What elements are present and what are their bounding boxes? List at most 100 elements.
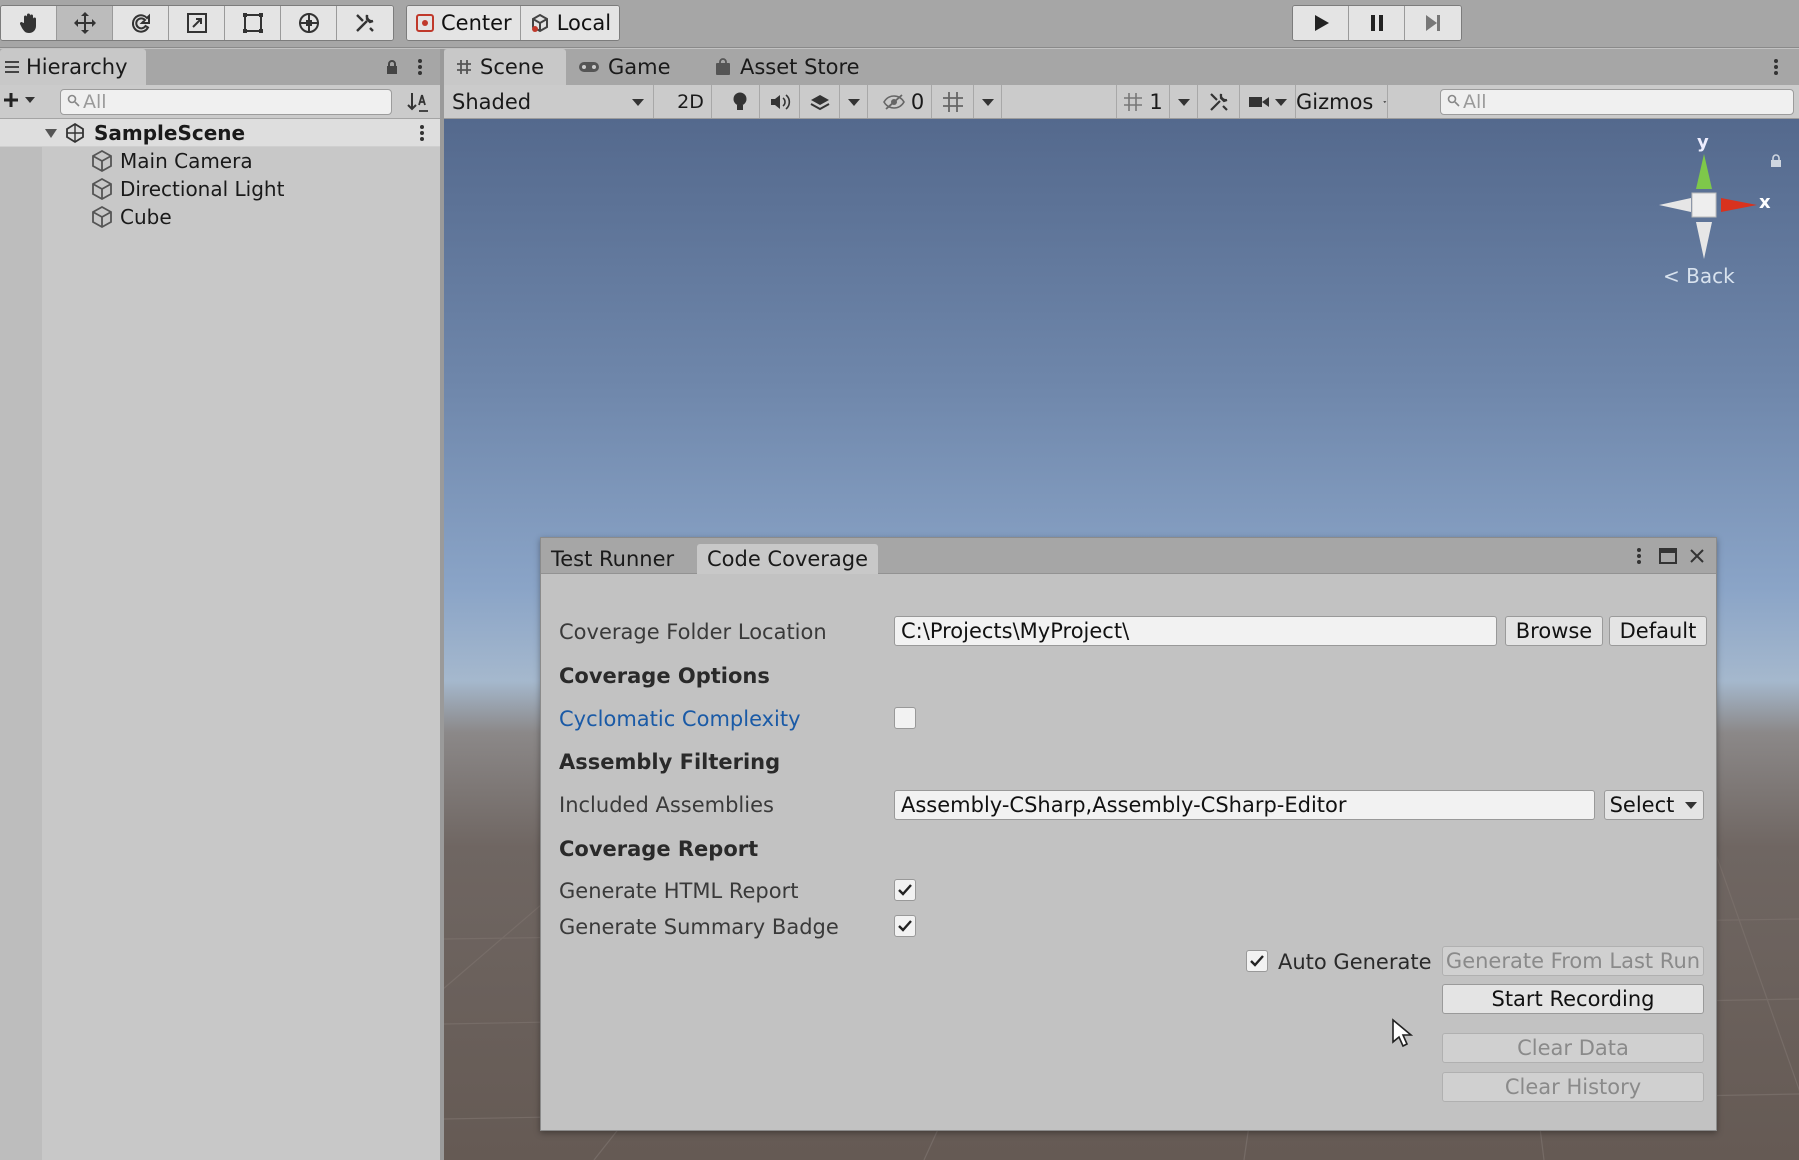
- pivot-local-label: Local: [556, 11, 612, 35]
- coverage-folder-input[interactable]: C:\Projects\MyProject\: [894, 616, 1497, 646]
- draw-mode-dropdown[interactable]: Shaded: [444, 85, 654, 118]
- scene-search-input[interactable]: All: [1440, 89, 1794, 115]
- cyclomatic-complexity-checkbox[interactable]: [894, 707, 916, 729]
- tab-game-label: Game: [608, 55, 671, 79]
- speaker-icon: [770, 93, 790, 110]
- scale-tool-button[interactable]: [169, 6, 225, 40]
- more-options-icon[interactable]: [416, 57, 424, 77]
- layers-effects-icon: [810, 94, 829, 110]
- coverage-report-heading: Coverage Report: [559, 837, 759, 861]
- wrench-icon: [1209, 92, 1228, 111]
- tab-game[interactable]: Game: [566, 49, 683, 85]
- hierarchy-toolbar: All: [0, 85, 440, 119]
- clear-history-button[interactable]: Clear History: [1442, 1072, 1704, 1102]
- tab-code-coverage-label: Code Coverage: [707, 547, 869, 571]
- hierarchy-item[interactable]: Main Camera: [90, 147, 253, 175]
- pivot-center-button[interactable]: Center: [407, 6, 521, 40]
- pivot-local-button[interactable]: Local: [520, 6, 620, 40]
- clear-history-label: Clear History: [1504, 1075, 1642, 1099]
- hierarchy-scene-row[interactable]: SampleScene: [0, 119, 440, 147]
- expand-arrow-icon[interactable]: [44, 126, 58, 140]
- audio-toggle[interactable]: [760, 85, 800, 118]
- checkmark-icon: [898, 884, 912, 896]
- hierarchy-item[interactable]: Cube: [90, 203, 172, 231]
- shopping-bag-icon: [716, 58, 730, 75]
- eye-slash-icon: [882, 93, 905, 110]
- video-camera-icon: [1248, 96, 1269, 107]
- chevron-down-icon: [847, 98, 860, 106]
- grid-dropdown[interactable]: [974, 85, 1002, 118]
- generate-summary-badge-checkbox[interactable]: [894, 915, 916, 937]
- tab-scene-label: Scene: [480, 55, 545, 79]
- scale-icon: [186, 13, 207, 33]
- layers-dropdown[interactable]: [1170, 85, 1198, 118]
- effects-dropdown[interactable]: [840, 85, 868, 118]
- tab-scene[interactable]: Scene: [444, 49, 566, 85]
- hand-tool-button[interactable]: [1, 6, 57, 40]
- start-recording-label: Start Recording: [1491, 987, 1655, 1011]
- pause-icon: [1370, 15, 1383, 31]
- hidden-objects-toggle[interactable]: 0: [876, 85, 932, 118]
- chevron-down-icon: [1685, 802, 1698, 809]
- tab-hierarchy-label: Hierarchy: [26, 55, 128, 79]
- sort-icon[interactable]: [406, 91, 430, 113]
- gizmos-dropdown[interactable]: Gizmos: [1296, 85, 1388, 118]
- scene-more-options-icon[interactable]: [1772, 57, 1780, 77]
- auto-generate-checkbox[interactable]: [1246, 950, 1268, 972]
- create-dropdown[interactable]: [2, 91, 36, 109]
- default-button-label: Default: [1619, 619, 1697, 643]
- orientation-gizmo[interactable]: y x < Back: [1639, 132, 1781, 288]
- generate-from-last-run-button[interactable]: Generate From Last Run: [1442, 946, 1704, 976]
- clear-data-button[interactable]: Clear Data: [1442, 1033, 1704, 1063]
- hierarchy-item[interactable]: Directional Light: [90, 175, 284, 203]
- tab-test-runner[interactable]: Test Runner: [541, 544, 684, 574]
- hierarchy-panel: Hierarchy All SampleScene Main Camera Di…: [0, 49, 444, 1160]
- rotate-icon: [131, 13, 150, 33]
- play-button[interactable]: [1293, 6, 1349, 40]
- select-assemblies-dropdown[interactable]: Select: [1604, 790, 1704, 820]
- scene-toolbar: Shaded 2D 0 1 Gizmos All: [444, 85, 1799, 119]
- hidden-count: 0: [910, 89, 925, 114]
- included-assemblies-label: Included Assemblies: [559, 793, 774, 817]
- step-button[interactable]: [1405, 6, 1461, 40]
- default-button[interactable]: Default: [1609, 616, 1707, 646]
- grid-toggle[interactable]: [932, 85, 974, 118]
- close-icon[interactable]: [1689, 548, 1705, 564]
- browse-button-label: Browse: [1515, 619, 1593, 643]
- gizmos-label: Gizmos: [1296, 89, 1374, 114]
- tools-overlay-toggle[interactable]: [1198, 85, 1240, 118]
- chevron-down-icon: [1274, 98, 1287, 106]
- hierarchy-search-input[interactable]: All: [60, 89, 392, 115]
- gizmo-lock-icon[interactable]: [1769, 154, 1783, 168]
- generate-html-report-checkbox[interactable]: [894, 879, 916, 901]
- unity-scene-icon: [66, 122, 84, 143]
- scene-menu-icon[interactable]: [418, 123, 426, 143]
- effects-toggle[interactable]: [800, 85, 840, 118]
- camera-settings-dropdown[interactable]: [1240, 85, 1296, 118]
- chevron-down-icon: [25, 97, 35, 103]
- tab-code-coverage[interactable]: Code Coverage: [697, 544, 879, 574]
- custom-tool-button[interactable]: [337, 6, 393, 40]
- playmode-controls: [1292, 5, 1462, 41]
- transform-tool-button[interactable]: [281, 6, 337, 40]
- pause-button[interactable]: [1349, 6, 1405, 40]
- included-assemblies-input[interactable]: Assembly-CSharp,Assembly-CSharp-Editor: [894, 790, 1595, 820]
- render-layers-toggle[interactable]: 1: [1116, 85, 1170, 118]
- rotate-tool-button[interactable]: [113, 6, 169, 40]
- move-tool-button[interactable]: [57, 6, 113, 40]
- toggle-2d-button[interactable]: 2D: [670, 85, 712, 118]
- lighting-toggle[interactable]: [720, 85, 760, 118]
- start-recording-button[interactable]: Start Recording: [1442, 984, 1704, 1014]
- tab-hierarchy[interactable]: Hierarchy: [0, 49, 146, 85]
- rect-tool-button[interactable]: [225, 6, 281, 40]
- tab-asset-store[interactable]: Asset Store: [702, 49, 872, 85]
- lock-icon[interactable]: [384, 59, 400, 75]
- move-arrows-icon: [73, 12, 96, 34]
- coverage-folder-label: Coverage Folder Location: [559, 620, 827, 644]
- browse-button[interactable]: Browse: [1505, 616, 1603, 646]
- maximize-icon[interactable]: [1659, 548, 1677, 564]
- list-icon: [5, 61, 19, 73]
- grid-hash-icon: [457, 60, 471, 74]
- window-menu-icon[interactable]: [1635, 546, 1643, 566]
- chevron-down-icon: [981, 98, 994, 106]
